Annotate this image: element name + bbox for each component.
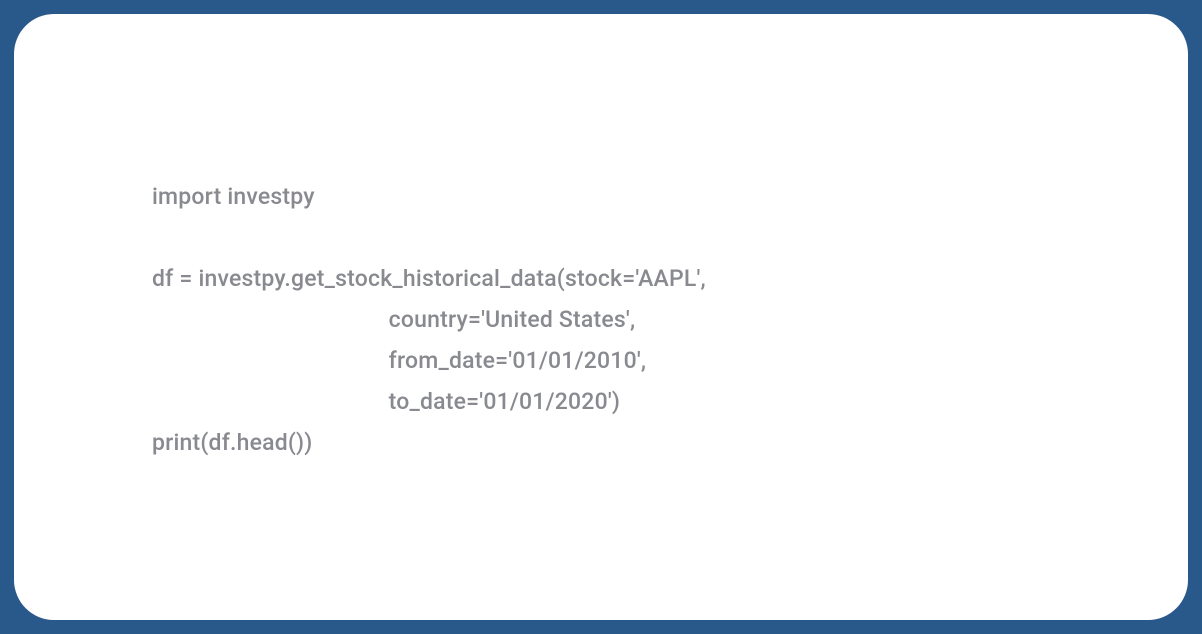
code-line: print(df.head()) — [152, 429, 313, 456]
code-card: import investpy df = investpy.get_stock_… — [14, 14, 1188, 620]
code-line: import investpy — [152, 183, 315, 210]
code-line: from_date='01/01/2010', — [152, 347, 646, 374]
code-line: country='United States', — [152, 306, 635, 333]
code-line: to_date='01/01/2020') — [152, 388, 620, 415]
code-snippet: import investpy df = investpy.get_stock_… — [152, 176, 706, 463]
code-line: df = investpy.get_stock_historical_data(… — [152, 265, 706, 292]
